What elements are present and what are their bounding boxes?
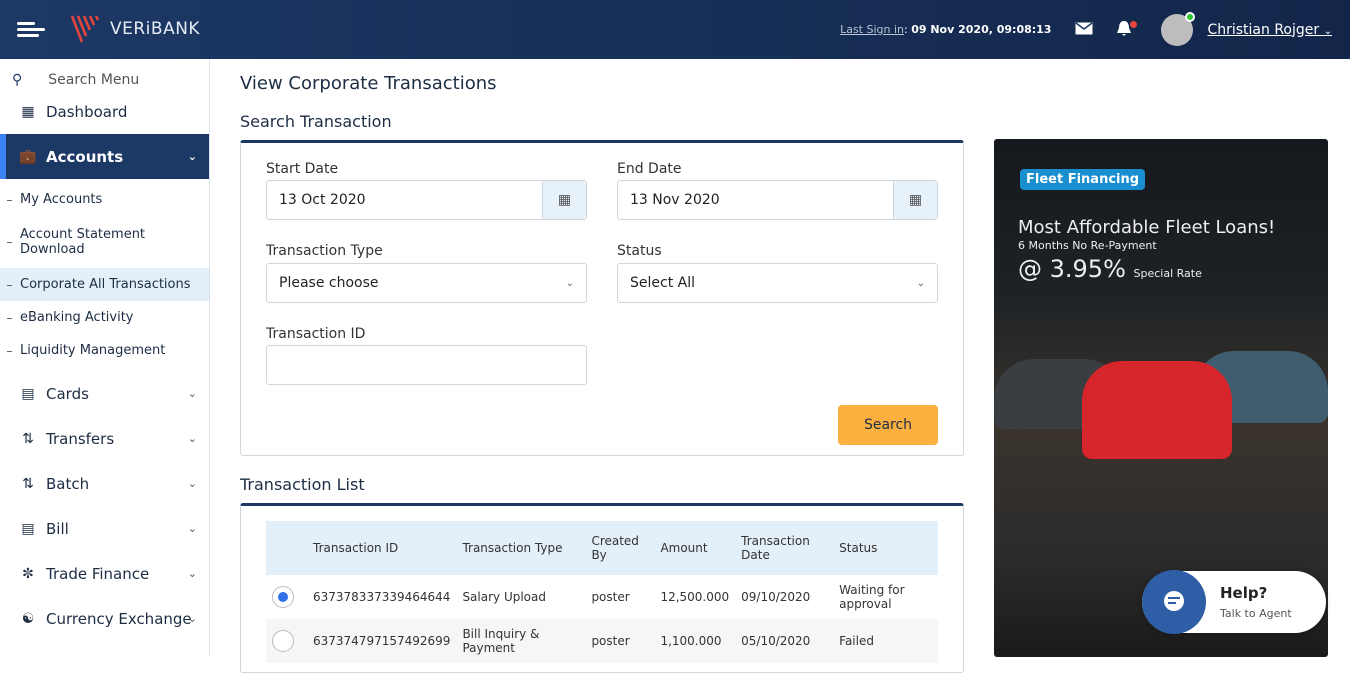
table-row[interactable]: 637374797157492699 Bill Inquiry & Paymen… xyxy=(266,619,938,663)
cell-type: Salary Upload xyxy=(462,590,546,604)
cell-amount: 1,100.000 xyxy=(654,619,736,663)
dashboard-icon: ▦ xyxy=(21,103,35,120)
sidebar-item-currency-exchange[interactable]: ☯ Currency Exchange ⌄ xyxy=(0,596,209,641)
logo[interactable]: VERiBANK xyxy=(70,14,200,44)
search-button[interactable]: Search xyxy=(838,405,938,445)
sidebar-subitem-liquidity[interactable]: Liquidity Management xyxy=(0,334,209,367)
help-chat-widget[interactable]: Help? Talk to Agent xyxy=(1142,570,1326,634)
batch-icon: ⇅ xyxy=(22,475,34,492)
cell-status: Waiting for approval xyxy=(839,583,905,611)
sidebar-subitem-ebanking-activity[interactable]: eBanking Activity xyxy=(0,301,209,334)
col-header[interactable]: Transaction Date xyxy=(735,521,834,575)
help-subtitle: Talk to Agent xyxy=(1220,607,1292,620)
page-title: View Corporate Transactions xyxy=(240,73,497,94)
currency-icon: ☯ xyxy=(21,610,35,627)
cell-date: 09/10/2020 xyxy=(741,590,811,604)
cell-id: 637374797157492699 xyxy=(307,619,457,663)
chevron-down-icon: ⌄ xyxy=(187,567,197,580)
cell-created-by: poster xyxy=(585,619,655,663)
ad-rate: @ 3.95% Special Rate xyxy=(1018,255,1202,283)
card-icon: ▤ xyxy=(21,385,35,402)
cell-amount: 12,500.000 xyxy=(660,590,730,604)
end-date-label: End Date xyxy=(617,161,682,177)
chevron-down-icon: ⌄ xyxy=(187,432,197,445)
search-placeholder: Search Menu xyxy=(48,72,140,88)
col-header[interactable]: Status xyxy=(833,521,938,575)
sidebar-item-transfers[interactable]: ⇅ Transfers ⌄ xyxy=(0,416,209,461)
sidebar-subitem-my-accounts[interactable]: My Accounts xyxy=(0,183,209,216)
top-header: VERiBANK Last Sign in: 09 Nov 2020, 09:0… xyxy=(0,0,1350,59)
chat-icon[interactable] xyxy=(1142,570,1206,634)
end-date-input[interactable]: 13 Nov 2020 ▦ xyxy=(617,180,938,220)
brand-name: VERiBANK xyxy=(110,19,201,39)
calendar-icon[interactable]: ▦ xyxy=(893,181,937,219)
calendar-icon[interactable]: ▦ xyxy=(542,181,586,219)
col-header[interactable]: Transaction ID xyxy=(307,521,457,575)
chevron-down-icon: ⌄ xyxy=(187,150,197,163)
ad-headline: Most Affordable Fleet Loans! xyxy=(1018,217,1276,238)
chevron-down-icon: ⌄ xyxy=(1323,25,1332,37)
col-header[interactable]: Created By xyxy=(585,521,655,575)
user-menu[interactable]: Christian Rojger ⌄ xyxy=(1207,22,1332,38)
start-date-label: Start Date xyxy=(266,161,339,177)
cell-type: Bill Inquiry & Payment xyxy=(456,619,586,663)
cell-created-by: poster xyxy=(591,590,630,604)
globe-icon: ✼ xyxy=(22,565,34,582)
table-row[interactable]: 637378337339464644 Salary Upload poster … xyxy=(266,575,938,619)
transaction-table: Transaction ID Transaction Type Created … xyxy=(266,521,938,663)
cell-id: 637378337339464644 xyxy=(313,590,451,604)
row-radio[interactable] xyxy=(272,630,294,652)
col-header[interactable]: Transaction Type xyxy=(456,521,586,575)
col-header[interactable]: Amount xyxy=(654,521,736,575)
start-date-input[interactable]: 13 Oct 2020 ▦ xyxy=(266,180,587,220)
status-select[interactable]: Select All ⌄ xyxy=(617,263,938,303)
list-section-title: Transaction List xyxy=(240,475,365,494)
cell-date: 05/10/2020 xyxy=(735,619,834,663)
chevron-down-icon: ⌄ xyxy=(187,612,197,625)
sidebar-subitem-corporate-transactions[interactable]: Corporate All Transactions xyxy=(0,268,209,301)
chevron-down-icon: ⌄ xyxy=(187,387,197,400)
search-section-title: Search Transaction xyxy=(240,112,392,131)
chevron-down-icon: ⌄ xyxy=(916,277,925,289)
sidebar-item-batch[interactable]: ⇅ Batch ⌄ xyxy=(0,461,209,506)
car-image xyxy=(1082,361,1232,459)
sidebar-item-bill[interactable]: ▤ Bill ⌄ xyxy=(0,506,209,551)
briefcase-icon: 💼 xyxy=(19,148,37,165)
transaction-type-select[interactable]: Please choose ⌄ xyxy=(266,263,587,303)
chevron-down-icon: ⌄ xyxy=(565,277,574,289)
status-label: Status xyxy=(617,243,662,259)
ad-badge: Fleet Financing xyxy=(1020,169,1146,190)
sidebar-item-cards[interactable]: ▤ Cards ⌄ xyxy=(0,371,209,416)
sidebar-item-dashboard[interactable]: ▦ Dashboard xyxy=(0,89,209,134)
notification-bell-icon[interactable] xyxy=(1115,19,1138,40)
help-title: Help? xyxy=(1220,584,1268,602)
menu-toggle-icon[interactable] xyxy=(17,22,45,40)
sidebar-item-trade-finance[interactable]: ✼ Trade Finance ⌄ xyxy=(0,551,209,596)
transfer-icon: ⇅ xyxy=(22,430,34,447)
sidebar-item-accounts[interactable]: 💼 Accounts ⌄ xyxy=(0,134,209,179)
mail-icon[interactable] xyxy=(1075,21,1093,38)
row-radio[interactable] xyxy=(272,586,294,608)
cell-status: Failed xyxy=(833,619,938,663)
transaction-type-label: Transaction Type xyxy=(266,243,383,259)
transaction-id-label: Transaction ID xyxy=(266,326,366,342)
search-icon: ⚲ xyxy=(12,72,23,88)
avatar[interactable] xyxy=(1161,11,1196,46)
bill-icon: ▤ xyxy=(21,520,35,537)
veribank-logo-icon xyxy=(70,15,100,43)
sidebar-subitem-statement[interactable]: Account Statement Download xyxy=(0,216,209,268)
chevron-down-icon: ⌄ xyxy=(187,477,197,490)
transaction-id-input[interactable] xyxy=(266,345,587,385)
last-signin: Last Sign in: 09 Nov 2020, 09:08:13 xyxy=(840,23,1052,36)
sidebar: ⚲ Search Menu ▦ Dashboard 💼 Accounts ⌄ My Ac… xyxy=(0,59,210,657)
chevron-down-icon: ⌄ xyxy=(187,522,197,535)
ad-subline: 6 Months No Re-Payment xyxy=(1018,239,1157,252)
